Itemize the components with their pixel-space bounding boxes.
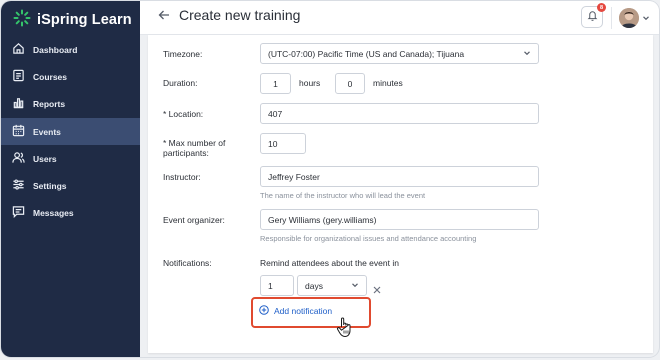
minutes-unit-label: minutes — [373, 78, 403, 88]
back-button[interactable] — [155, 8, 173, 26]
location-label: * Location: — [163, 109, 204, 119]
remove-notification-button[interactable] — [373, 281, 381, 299]
messages-icon — [12, 205, 25, 220]
duration-hours-value: 1 — [273, 78, 278, 89]
max-participants-label-line1: * Max number of — [163, 138, 226, 148]
max-participants-label-line2: participants: — [163, 148, 209, 158]
notifications-description: Remind attendees about the event in — [260, 258, 399, 268]
notification-badge: 8 — [597, 3, 606, 12]
max-participants-label: * Max number of participants: — [163, 138, 225, 158]
sidebar-item-label: Messages — [33, 207, 74, 218]
location-value: 407 — [268, 108, 283, 119]
chevron-down-icon — [523, 49, 531, 59]
notification-amount-value: 1 — [268, 280, 273, 291]
max-participants-value: 10 — [268, 138, 278, 149]
instructor-label: Instructor: — [163, 172, 201, 182]
logo[interactable]: iSpring Learn — [13, 9, 132, 31]
timezone-select[interactable]: (UTC-07:00) Pacific Time (US and Canada)… — [260, 43, 539, 64]
notifications-button[interactable]: 8 — [581, 3, 606, 28]
sidebar-item-courses[interactable]: Courses — [1, 63, 140, 90]
max-participants-input[interactable]: 10 — [260, 133, 306, 154]
add-notification-button[interactable]: Add notification — [259, 305, 332, 317]
organizer-input[interactable]: Gery Williams (gery.williams) — [260, 209, 539, 230]
duration-label: Duration: — [163, 78, 198, 88]
user-menu[interactable] — [619, 8, 650, 28]
app-name: iSpring Learn — [37, 12, 132, 28]
duration-minutes-input[interactable]: 0 — [335, 73, 365, 94]
courses-icon — [12, 69, 25, 84]
add-notification-label: Add notification — [274, 306, 333, 316]
chevron-down-icon — [642, 9, 650, 27]
sliders-icon — [12, 178, 25, 193]
instructor-input[interactable]: Jeffrey Foster — [260, 166, 539, 187]
organizer-label: Event organizer: — [163, 215, 225, 225]
notification-unit-select[interactable]: days — [297, 275, 367, 296]
chevron-down-icon — [351, 281, 359, 291]
notification-amount-input[interactable]: 1 — [260, 275, 294, 296]
close-icon — [373, 281, 381, 298]
sidebar-item-settings[interactable]: Settings — [1, 172, 140, 199]
arrow-left-icon — [158, 8, 170, 26]
instructor-value: Jeffrey Foster — [268, 171, 320, 182]
ispring-logo-icon — [13, 9, 31, 32]
notifications-label: Notifications: — [163, 258, 212, 268]
sidebar-item-label: Courses — [33, 71, 68, 82]
sidebar-item-users[interactable]: Users — [1, 145, 140, 172]
training-form: Timezone: (UTC-07:00) Pacific Time (US a… — [148, 35, 653, 353]
sidebar-item-events[interactable]: Events — [1, 118, 140, 145]
plus-circle-icon — [259, 305, 269, 317]
sidebar-item-dashboard[interactable]: Dashboard — [1, 36, 140, 63]
timezone-label: Timezone: — [163, 49, 203, 59]
sidebar-item-label: Settings — [33, 180, 67, 191]
sidebar-item-label: Users — [33, 153, 57, 164]
bell-icon — [587, 8, 598, 26]
sidebar-item-label: Dashboard — [33, 44, 78, 55]
reports-icon — [12, 96, 25, 111]
sidebar-item-reports[interactable]: Reports — [1, 90, 140, 117]
hand-cursor-icon — [336, 316, 354, 343]
sidebar: iSpring Learn Dashboard Courses Reports … — [1, 1, 140, 357]
hours-unit-label: hours — [299, 78, 321, 88]
calendar-icon — [12, 124, 25, 139]
sidebar-item-messages[interactable]: Messages — [1, 199, 140, 226]
app-window: iSpring Learn Dashboard Courses Reports … — [1, 1, 659, 357]
header-divider — [611, 7, 612, 29]
location-input[interactable]: 407 — [260, 103, 539, 124]
duration-minutes-value: 0 — [347, 78, 353, 89]
sidebar-item-label: Reports — [33, 98, 66, 109]
top-header: Create new training 8 — [140, 1, 659, 35]
organizer-value: Gery Williams (gery.williams) — [268, 214, 377, 225]
sidebar-item-label: Events — [33, 126, 61, 137]
avatar — [619, 8, 639, 28]
organizer-hint: Responsible for organizational issues an… — [260, 234, 477, 243]
notification-unit-value: days — [305, 280, 323, 291]
users-icon — [12, 151, 25, 166]
page-title: Create new training — [179, 7, 301, 23]
duration-hours-input[interactable]: 1 — [260, 73, 291, 94]
timezone-value: (UTC-07:00) Pacific Time (US and Canada)… — [268, 48, 465, 59]
instructor-hint: The name of the instructor who will lead… — [260, 191, 426, 200]
home-icon — [12, 42, 25, 57]
